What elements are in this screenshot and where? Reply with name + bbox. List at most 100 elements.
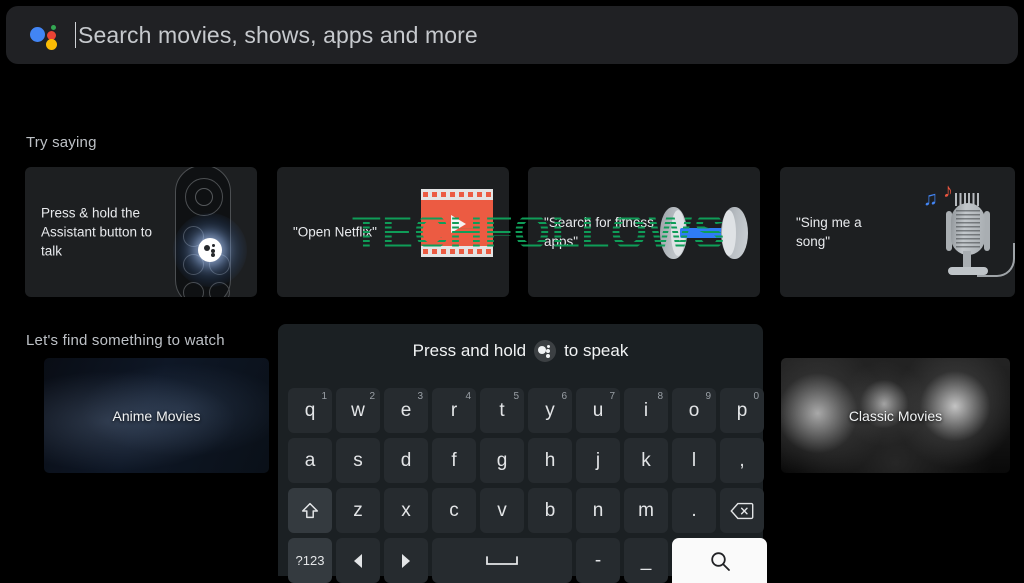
key-label: r <box>450 399 458 421</box>
key-label: x <box>401 499 411 521</box>
assistant-dot <box>546 354 551 358</box>
assistant-dot <box>547 345 551 348</box>
watch-card-label: Anime Movies <box>112 407 201 424</box>
try-saying-card-assistant-button[interactable]: Press & hold the Assistant button to tal… <box>25 167 257 297</box>
key-label: ?123 <box>295 553 325 568</box>
key-g[interactable]: g <box>480 438 524 483</box>
key-label: p <box>736 399 748 421</box>
music-note-blue-icon: ♫ <box>923 188 938 210</box>
key-c[interactable]: c <box>432 488 476 533</box>
key-r[interactable]: r4 <box>432 388 476 433</box>
key-shift[interactable] <box>288 488 332 533</box>
space-icon <box>485 555 519 567</box>
keyboard-hint-suffix: to speak <box>564 341 629 360</box>
key-label: d <box>400 449 412 471</box>
key-search[interactable] <box>672 538 767 583</box>
film-perforation-bottom <box>421 246 493 257</box>
key-t[interactable]: t5 <box>480 388 524 433</box>
key-i[interactable]: i8 <box>624 388 668 433</box>
key-label: n <box>592 499 604 521</box>
music-note-red-icon: ♪ <box>943 180 953 202</box>
card-label: Press & hold the Assistant button to tal… <box>41 205 153 259</box>
key-label: h <box>544 449 556 471</box>
key-label: b <box>544 499 556 521</box>
try-saying-card-fitness-apps[interactable]: "Search for fitness apps" <box>528 167 760 297</box>
key-label: o <box>688 399 700 421</box>
keyboard-voice-hint: Press and hold to speak <box>278 340 763 362</box>
key-label: q <box>304 399 316 421</box>
assistant-dot <box>546 349 551 353</box>
key-p[interactable]: p0 <box>720 388 764 433</box>
keyboard-hint-prefix: Press and hold <box>412 341 527 360</box>
dumbbell-icon <box>650 167 760 297</box>
key-n[interactable]: n <box>576 488 620 533</box>
assistant-dot <box>211 253 215 257</box>
key-symbols[interactable]: ?123 <box>288 538 332 583</box>
watch-card-classic-movies[interactable]: Classic Movies <box>781 358 1010 473</box>
key-label: u <box>592 399 604 421</box>
dumbbell-shape <box>658 207 758 259</box>
key-period[interactable]: . <box>672 488 716 533</box>
key-label: t <box>499 399 505 421</box>
key-s[interactable]: s <box>336 438 380 483</box>
keyboard-row-1: q1w2e3r4t5y6u7i8o9p0 <box>288 388 764 433</box>
microphone-base <box>948 267 988 275</box>
key-hyphen[interactable]: - <box>576 538 620 583</box>
remote-assistant-button <box>198 238 222 262</box>
key-l[interactable]: l <box>672 438 716 483</box>
key-superscript: 3 <box>417 391 423 402</box>
key-label: z <box>353 499 363 521</box>
card-label: "Search for fitness apps" <box>544 215 654 249</box>
key-label: g <box>496 449 508 471</box>
key-comma[interactable]: , <box>720 438 764 483</box>
key-y[interactable]: y6 <box>528 388 572 433</box>
key-v[interactable]: v <box>480 488 524 533</box>
key-superscript: 1 <box>321 391 327 402</box>
key-underscore[interactable]: _ <box>624 538 668 583</box>
key-j[interactable]: j <box>576 438 620 483</box>
assistant-badge-icon[interactable] <box>534 340 557 362</box>
key-a[interactable]: a <box>288 438 332 483</box>
key-label: . <box>691 499 697 521</box>
key-arrow-right[interactable] <box>384 538 428 583</box>
key-backspace[interactable] <box>720 488 764 533</box>
key-label: i <box>643 399 649 421</box>
key-x[interactable]: x <box>384 488 428 533</box>
key-b[interactable]: b <box>528 488 572 533</box>
key-label: y <box>545 399 555 421</box>
key-f[interactable]: f <box>432 438 476 483</box>
key-arrow-left[interactable] <box>336 538 380 583</box>
key-label: - <box>594 549 602 571</box>
key-z[interactable]: z <box>336 488 380 533</box>
try-saying-card-sing-a-song[interactable]: "Sing me a song" ♫ ♪ <box>780 167 1015 297</box>
assistant-dot-yellow <box>46 39 57 50</box>
key-superscript: 4 <box>465 391 471 402</box>
key-e[interactable]: e3 <box>384 388 428 433</box>
keyboard-row-4: ?123 - _ <box>288 538 767 583</box>
key-u[interactable]: u7 <box>576 388 620 433</box>
key-space[interactable] <box>432 538 572 583</box>
key-superscript: 2 <box>369 391 375 402</box>
search-bar[interactable]: Search movies, shows, apps and more <box>6 6 1018 64</box>
key-m[interactable]: m <box>624 488 668 533</box>
key-label: a <box>304 449 316 471</box>
key-label: v <box>497 499 507 521</box>
key-label: j <box>595 449 601 471</box>
key-h[interactable]: h <box>528 438 572 483</box>
key-label: e <box>400 399 412 421</box>
search-input[interactable]: Search movies, shows, apps and more <box>78 22 478 49</box>
try-saying-card-open-netflix[interactable]: "Open Netflix" <box>277 167 509 297</box>
key-k[interactable]: k <box>624 438 668 483</box>
watch-heading: Let's find something to watch <box>26 332 225 349</box>
remote-dpad-center <box>195 188 213 206</box>
key-d[interactable]: d <box>384 438 428 483</box>
key-o[interactable]: o9 <box>672 388 716 433</box>
arrow-left-icon <box>351 553 365 569</box>
key-q[interactable]: q1 <box>288 388 332 433</box>
keyboard-row-2: a s d f g h j k l, <box>288 438 764 483</box>
film-perforation-top <box>421 189 493 200</box>
film-strip-play-icon <box>399 167 509 297</box>
key-superscript: 9 <box>705 391 711 402</box>
watch-card-anime-movies[interactable]: Anime Movies <box>44 358 269 473</box>
key-w[interactable]: w2 <box>336 388 380 433</box>
